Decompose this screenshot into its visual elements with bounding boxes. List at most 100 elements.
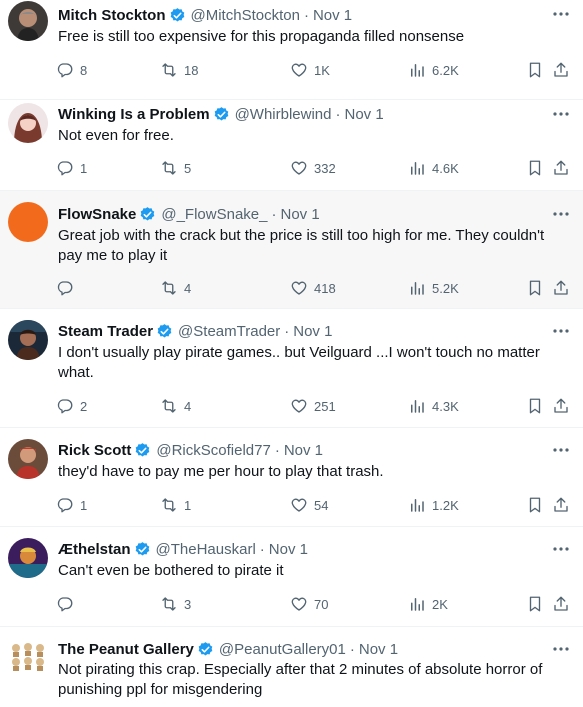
like-button[interactable]: 70 xyxy=(290,594,328,614)
bookmark-button[interactable] xyxy=(526,60,544,80)
bookmark-button[interactable] xyxy=(526,594,544,614)
bookmark-button[interactable] xyxy=(526,278,544,298)
retweet-button[interactable]: 18 xyxy=(160,60,198,80)
timestamp[interactable]: Nov 1 xyxy=(344,106,383,123)
like-button[interactable]: 1K xyxy=(290,60,330,80)
views-button[interactable]: 5.2K xyxy=(408,278,459,298)
display-name[interactable]: Winking Is a Problem xyxy=(58,106,210,123)
reply-button[interactable] xyxy=(56,278,80,298)
share-button[interactable] xyxy=(552,60,570,80)
like-icon xyxy=(290,61,308,79)
tweet-feed: Mitch Stockton @MitchStockton · Nov 1 Fr… xyxy=(0,0,583,707)
tweet[interactable]: Æthelstan @TheHauskarl · Nov 1 Can't eve… xyxy=(0,527,583,627)
user-handle[interactable]: @SteamTrader xyxy=(178,323,280,340)
bookmark-button[interactable] xyxy=(526,495,544,515)
avatar[interactable] xyxy=(8,320,48,360)
tweet[interactable]: FlowSnake @_FlowSnake_ · Nov 1 Great job… xyxy=(0,191,583,309)
verified-badge-icon[interactable] xyxy=(169,7,186,24)
user-handle[interactable]: @PeanutGallery01 xyxy=(219,641,346,658)
like-icon xyxy=(290,595,308,613)
retweet-button[interactable]: 4 xyxy=(160,396,191,416)
like-button[interactable]: 418 xyxy=(290,278,336,298)
reply-icon xyxy=(56,397,74,415)
tweet[interactable]: Mitch Stockton @MitchStockton · Nov 1 Fr… xyxy=(0,0,583,100)
reply-button[interactable]: 1 xyxy=(56,158,87,178)
user-handle[interactable]: @RickScofield77 xyxy=(156,442,270,459)
timestamp[interactable]: Nov 1 xyxy=(280,206,319,223)
more-icon[interactable] xyxy=(549,4,573,24)
bookmark-button[interactable] xyxy=(526,158,544,178)
more-icon[interactable] xyxy=(549,321,573,341)
avatar[interactable] xyxy=(8,1,48,41)
verified-badge-icon[interactable] xyxy=(139,206,156,223)
retweet-button[interactable]: 4 xyxy=(160,278,191,298)
timestamp[interactable]: Nov 1 xyxy=(293,323,332,340)
tweet[interactable]: Winking Is a Problem @Whirblewind · Nov … xyxy=(0,100,583,191)
display-name[interactable]: Mitch Stockton xyxy=(58,7,166,24)
more-icon[interactable] xyxy=(549,539,573,559)
avatar[interactable] xyxy=(8,638,48,678)
verified-badge-icon[interactable] xyxy=(134,442,151,459)
share-button[interactable] xyxy=(552,594,570,614)
timestamp[interactable]: Nov 1 xyxy=(359,641,398,658)
timestamp[interactable]: Nov 1 xyxy=(313,7,352,24)
tweet[interactable]: Rick Scott @RickScofield77 · Nov 1 they'… xyxy=(0,428,583,527)
more-icon[interactable] xyxy=(549,204,573,224)
bookmark-button[interactable] xyxy=(526,396,544,416)
tweet-text: Great job with the crack but the price i… xyxy=(58,227,545,264)
like-icon xyxy=(290,397,308,415)
share-button[interactable] xyxy=(552,278,570,298)
avatar[interactable] xyxy=(8,538,48,578)
display-name[interactable]: Æthelstan xyxy=(58,541,131,558)
verified-badge-icon[interactable] xyxy=(156,323,173,340)
verified-badge-icon[interactable] xyxy=(213,106,230,123)
reply-button[interactable]: 8 xyxy=(56,60,87,80)
reply-button[interactable]: 2 xyxy=(56,396,87,416)
views-icon xyxy=(408,397,426,415)
like-button[interactable]: 332 xyxy=(290,158,336,178)
verified-badge-icon[interactable] xyxy=(197,641,214,658)
views-button[interactable]: 6.2K xyxy=(408,60,459,80)
views-button[interactable]: 1.2K xyxy=(408,495,459,515)
user-handle[interactable]: @Whirblewind xyxy=(235,106,332,123)
separator: · xyxy=(303,6,309,24)
share-button[interactable] xyxy=(552,396,570,416)
reply-button[interactable]: 1 xyxy=(56,495,87,515)
avatar[interactable] xyxy=(8,439,48,479)
display-name[interactable]: The Peanut Gallery xyxy=(58,641,194,658)
reply-button[interactable] xyxy=(56,594,80,614)
like-button[interactable]: 54 xyxy=(290,495,328,515)
display-name[interactable]: FlowSnake xyxy=(58,206,136,223)
share-button[interactable] xyxy=(552,158,570,178)
timestamp[interactable]: Nov 1 xyxy=(269,541,308,558)
tweet-header: Æthelstan @TheHauskarl · Nov 1 xyxy=(58,539,543,559)
retweet-button[interactable]: 1 xyxy=(160,495,191,515)
more-icon[interactable] xyxy=(549,639,573,659)
views-button[interactable]: 2K xyxy=(408,594,448,614)
avatar[interactable] xyxy=(8,202,48,242)
share-button[interactable] xyxy=(552,495,570,515)
views-button[interactable]: 4.6K xyxy=(408,158,459,178)
display-name[interactable]: Steam Trader xyxy=(58,323,153,340)
more-icon[interactable] xyxy=(549,104,573,124)
avatar[interactable] xyxy=(8,103,48,143)
like-button[interactable]: 251 xyxy=(290,396,336,416)
tweet[interactable]: The Peanut Gallery @PeanutGallery01 · No… xyxy=(0,627,583,707)
verified-badge-icon[interactable] xyxy=(134,541,151,558)
reply-count: 2 xyxy=(80,398,88,414)
bookmark-icon xyxy=(526,397,544,415)
views-button[interactable]: 4.3K xyxy=(408,396,459,416)
separator: · xyxy=(271,205,277,223)
reply-icon xyxy=(56,159,74,177)
more-icon[interactable] xyxy=(549,440,573,460)
tweet[interactable]: Steam Trader @SteamTrader · Nov 1 I don'… xyxy=(0,309,583,428)
retweet-button[interactable]: 3 xyxy=(160,594,191,614)
tweet-text: Not even for free. xyxy=(58,127,174,144)
user-handle[interactable]: @TheHauskarl xyxy=(156,541,256,558)
user-handle[interactable]: @MitchStockton xyxy=(191,7,300,24)
display-name[interactable]: Rick Scott xyxy=(58,442,131,459)
tweet-header: Winking Is a Problem @Whirblewind · Nov … xyxy=(58,104,543,124)
user-handle[interactable]: @_FlowSnake_ xyxy=(161,206,267,223)
timestamp[interactable]: Nov 1 xyxy=(284,442,323,459)
retweet-button[interactable]: 5 xyxy=(160,158,191,178)
